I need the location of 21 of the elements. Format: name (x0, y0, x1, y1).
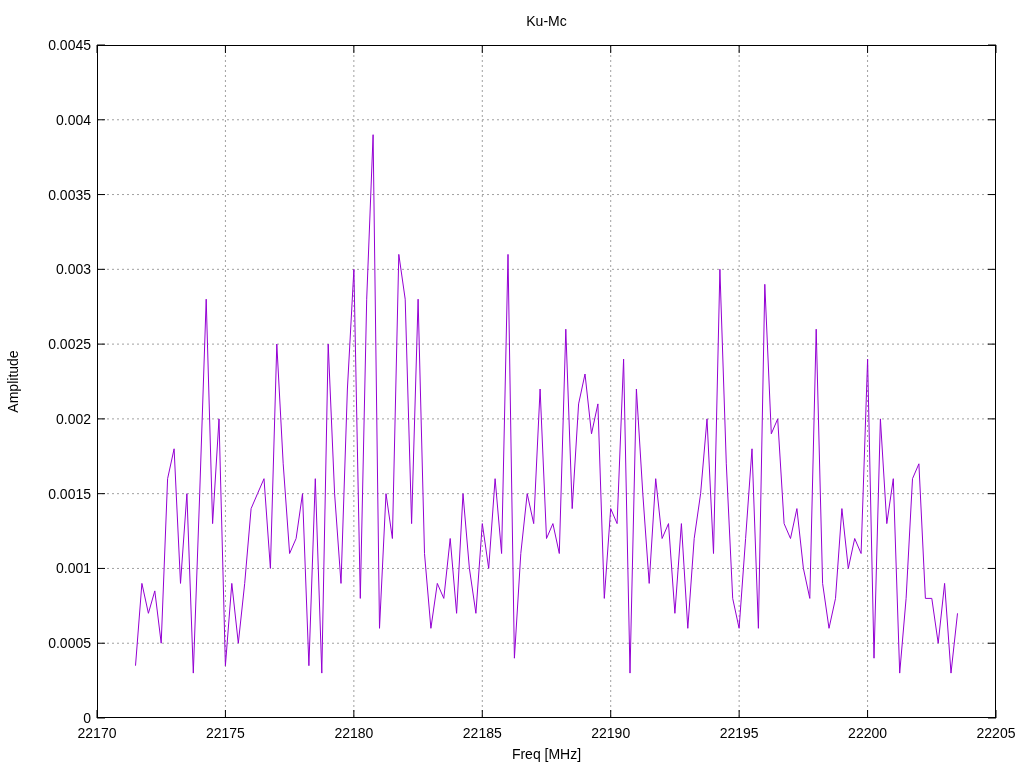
y-tick-label: 0.004 (55, 111, 91, 128)
x-tick-label: 22200 (848, 725, 888, 741)
y-tick-label: 0.0015 (48, 485, 91, 502)
x-tick-label: 22180 (334, 725, 374, 741)
x-tick-label: 22195 (719, 725, 759, 741)
x-tick-label: 22185 (462, 725, 502, 741)
y-tick-label: 0.002 (55, 410, 91, 427)
y-tick-label: 0.001 (55, 560, 91, 577)
y-axis-label: Amplitude (5, 350, 21, 413)
x-tick-label: 22170 (77, 725, 117, 741)
y-tick-label: 0.003 (55, 261, 91, 278)
y-tick-label: 0.0035 (48, 186, 91, 203)
y-tick-label: 0.0025 (48, 336, 91, 353)
x-tick-label: 22175 (205, 725, 245, 741)
y-tick-label: 0.0005 (48, 635, 91, 652)
x-tick-label: 22190 (591, 725, 631, 741)
chart-title: Ku-Mc (526, 13, 567, 29)
x-tick-label: 22205 (976, 725, 1016, 741)
y-tick-label: 0 (83, 710, 91, 726)
x-axis-label: Freq [MHz] (511, 746, 582, 762)
y-tick-label: 0.0045 (48, 37, 91, 53)
